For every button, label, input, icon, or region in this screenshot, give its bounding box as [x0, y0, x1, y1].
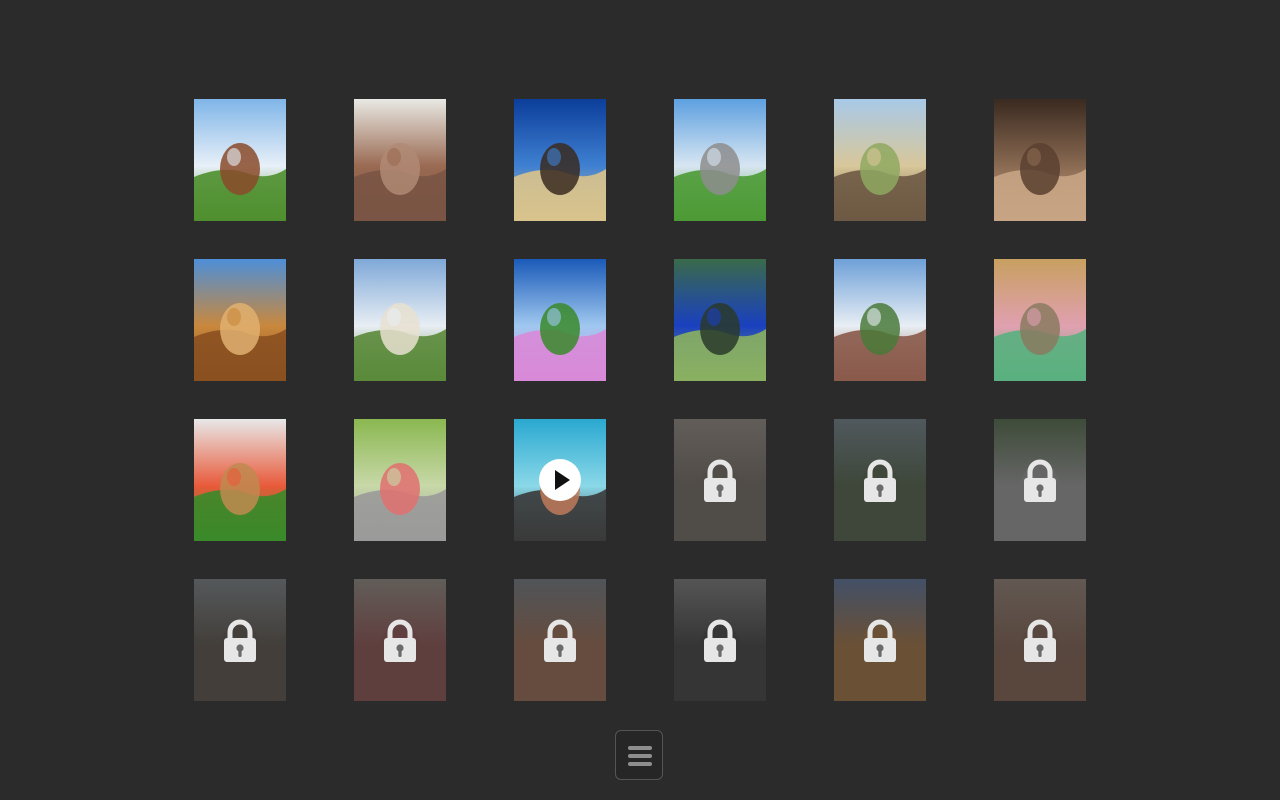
menu-button[interactable] [615, 730, 663, 780]
level-tile-arch[interactable] [194, 259, 286, 381]
level-tile-salad[interactable] [194, 419, 286, 541]
level-grid [0, 0, 1280, 800]
bell-tower-village-image [834, 259, 926, 381]
bare-tree-savanna-image [514, 99, 606, 221]
level-tile-beach-chair[interactable] [834, 419, 926, 541]
padlock-icon [544, 619, 576, 662]
peacock-feathers-image [674, 259, 766, 381]
level-tile-oranges[interactable] [834, 579, 926, 701]
level-tile-temple[interactable] [354, 99, 446, 221]
level-tile-tower[interactable] [834, 259, 926, 381]
padlock-icon [224, 619, 256, 662]
play-circle-icon [539, 459, 581, 501]
level-tile-meerkat[interactable] [994, 99, 1086, 221]
rock-arch-sky-image [194, 259, 286, 381]
level-tile-chair[interactable] [994, 419, 1086, 541]
moai-statues-image [834, 99, 926, 221]
level-tile-hibiscus[interactable] [514, 259, 606, 381]
meerkat-in-burrow-image [994, 99, 1086, 221]
level-tile-goat[interactable] [354, 259, 446, 381]
hamburger-menu-icon [628, 746, 652, 766]
padlock-icon [1024, 619, 1056, 662]
level-tile-street[interactable] [354, 579, 446, 701]
level-tile-typewriter[interactable] [674, 579, 766, 701]
padlock-icon [864, 459, 896, 502]
padlock-icon [1024, 459, 1056, 502]
bench-on-ridge-image [674, 99, 766, 221]
level-tile-tree[interactable] [514, 99, 606, 221]
level-tile-sculpture[interactable] [674, 419, 766, 541]
garden-water-tap-image [354, 419, 446, 541]
level-tile-pier[interactable] [194, 579, 286, 701]
level-tile-moai[interactable] [834, 99, 926, 221]
level-tile-bench[interactable] [674, 99, 766, 221]
level-tile-fawn[interactable] [994, 579, 1086, 701]
padlock-icon [704, 459, 736, 502]
level-tile-peacock[interactable] [674, 259, 766, 381]
level-tile-tap[interactable] [354, 419, 446, 541]
padlock-icon [384, 619, 416, 662]
venice-canal-image [994, 259, 1086, 381]
level-tile-cow[interactable] [194, 99, 286, 221]
level-tile-boat[interactable] [514, 419, 606, 541]
pink-flower-sun-image [514, 259, 606, 381]
cow-in-meadow-image [194, 99, 286, 221]
padlock-icon [704, 619, 736, 662]
white-goat-alps-image [354, 259, 446, 381]
plated-food-image [194, 419, 286, 541]
level-tile-balloons[interactable] [514, 579, 606, 701]
stone-temple-ruins-image [354, 99, 446, 221]
padlock-icon [864, 619, 896, 662]
level-tile-canal[interactable] [994, 259, 1086, 381]
